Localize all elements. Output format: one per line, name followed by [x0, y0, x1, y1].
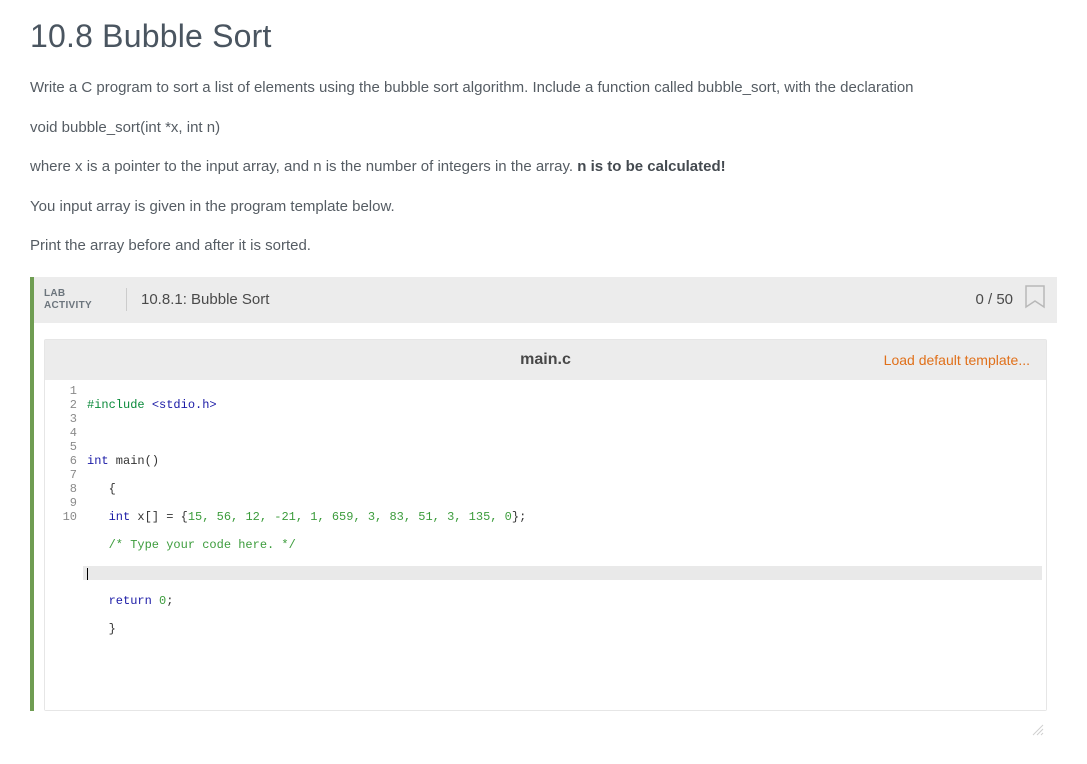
resize-handle-icon[interactable]	[1030, 694, 1044, 708]
line-number: 1	[45, 384, 77, 398]
code-token: 15, 56, 12, -21, 1, 659, 3, 83, 51, 3, 1…	[188, 510, 512, 524]
desc-line-3b: n is to be calculated!	[577, 158, 725, 175]
code-token: int	[109, 510, 131, 524]
code-token: ;	[166, 594, 173, 608]
code-line: }	[87, 622, 1046, 636]
desc-line-3a: where x is a pointer to the input array,…	[30, 158, 577, 175]
line-number: 3	[45, 412, 77, 426]
editor-tab-bar: main.c Load default template...	[45, 340, 1046, 380]
code-token: x[] = {	[130, 510, 188, 524]
code-token: #include	[87, 398, 152, 412]
lab-header: LAB ACTIVITY 10.8.1: Bubble Sort 0 / 50	[34, 277, 1057, 323]
code-token	[152, 594, 159, 608]
code-token	[87, 510, 109, 524]
text-cursor	[87, 568, 88, 580]
desc-line-3: where x is a pointer to the input array,…	[30, 154, 1057, 180]
code-token: int	[87, 454, 109, 468]
code-comment: /* Type your code here. */	[87, 538, 296, 552]
code-line	[87, 426, 1046, 440]
code-token: main()	[109, 454, 159, 468]
desc-line-2: void bubble_sort(int *x, int n)	[30, 115, 1057, 141]
problem-description: Write a C program to sort a list of elem…	[30, 75, 1057, 259]
lab-activity-label: LAB ACTIVITY	[34, 288, 127, 311]
load-default-template-link[interactable]: Load default template...	[884, 352, 1030, 368]
code-token: return	[109, 594, 152, 608]
line-number: 6	[45, 454, 77, 468]
desc-line-1: Write a C program to sort a list of elem…	[30, 75, 1057, 101]
lab-activity-line1: LAB	[44, 288, 118, 300]
code-token: <stdio.h>	[152, 398, 217, 412]
line-number: 9	[45, 496, 77, 510]
code-active-line	[83, 566, 1042, 580]
desc-line-4: You input array is given in the program …	[30, 194, 1057, 220]
lab-title: 10.8.1: Bubble Sort	[127, 291, 975, 308]
line-number: 10	[45, 510, 77, 524]
lab-score: 0 / 50	[975, 291, 1023, 308]
code-line	[87, 650, 1046, 664]
line-number: 7	[45, 468, 77, 482]
line-number: 8	[45, 482, 77, 496]
page-title: 10.8 Bubble Sort	[30, 18, 1057, 55]
line-number: 4	[45, 426, 77, 440]
line-number: 2	[45, 398, 77, 412]
code-content[interactable]: #include <stdio.h> int main() { int x[] …	[83, 380, 1046, 710]
code-editor[interactable]: 12345678910 #include <stdio.h> int main(…	[45, 380, 1046, 710]
editor-area: main.c Load default template... 12345678…	[34, 323, 1057, 711]
code-token: };	[512, 510, 526, 524]
lab-panel: LAB ACTIVITY 10.8.1: Bubble Sort 0 / 50 …	[30, 277, 1057, 711]
bookmark-icon[interactable]	[1023, 285, 1047, 315]
line-number: 5	[45, 440, 77, 454]
lab-activity-line2: ACTIVITY	[44, 300, 118, 312]
line-number-gutter: 12345678910	[45, 380, 83, 710]
code-line: {	[87, 482, 1046, 496]
code-token	[87, 594, 109, 608]
desc-line-5: Print the array before and after it is s…	[30, 233, 1057, 259]
